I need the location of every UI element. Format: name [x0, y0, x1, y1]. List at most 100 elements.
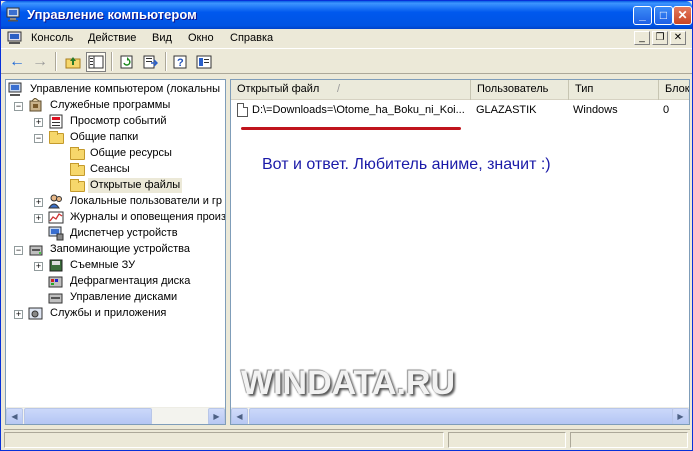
window-title: Управление компьютером — [27, 7, 197, 22]
tree-node-event-viewer[interactable]: + Просмотр событий — [32, 114, 225, 130]
expand-icon[interactable]: + — [34, 262, 43, 271]
tree-label-removable: Съемные ЗУ — [70, 259, 136, 271]
tree-node-shares[interactable]: Общие ресурсы — [68, 146, 225, 162]
cell-locks: 0 — [663, 104, 670, 116]
computer-management-icon — [6, 7, 20, 22]
folder-icon — [70, 163, 85, 176]
column-header-open-file[interactable]: Открытый файл / — [231, 80, 471, 100]
expand-icon[interactable]: + — [34, 198, 43, 207]
tree-node-removable[interactable]: + Съемные ЗУ — [32, 258, 225, 274]
svg-text:?: ? — [177, 57, 184, 69]
results-pane[interactable]: Открытый файл / Пользователь Тип Блок D:… — [230, 79, 690, 425]
close-button[interactable]: ✕ — [673, 6, 692, 25]
tree-horizontal-scrollbar[interactable]: ◀ ▶ — [6, 407, 225, 424]
table-row[interactable]: D:\=Downloads=\Otome_ha_Boku_ni_Koi... G… — [231, 102, 689, 119]
expand-icon[interactable]: + — [14, 310, 23, 319]
folder-icon — [70, 147, 85, 160]
tree-label-device-manager: Диспетчер устройств — [70, 227, 178, 239]
tree-node-root[interactable]: Управление компьютером (локальны — [8, 82, 225, 98]
back-button[interactable]: ← — [7, 52, 27, 72]
tree-label-defrag: Дефрагментация диска — [70, 275, 191, 287]
tree-node-local-users[interactable]: + Локальные пользователи и гр — [32, 194, 225, 210]
cell-type: Windows — [573, 104, 618, 116]
users-icon — [48, 194, 62, 209]
tree-node-sessions[interactable]: Сеансы — [68, 162, 225, 178]
menu-view[interactable]: Вид — [152, 32, 172, 44]
disk-management-icon — [48, 293, 63, 304]
tree-node-defrag[interactable]: Дефрагментация диска — [48, 274, 225, 290]
tree-node-storage[interactable]: − Запоминающие устройства — [12, 242, 225, 258]
minimize-button[interactable]: _ — [633, 6, 652, 25]
tree-label-services-apps: Службы и приложения — [50, 307, 167, 319]
mdi-restore-button[interactable]: ❐ — [652, 31, 668, 45]
tree-label-storage: Запоминающие устройства — [50, 243, 191, 255]
list-header: Открытый файл / Пользователь Тип Блок — [231, 80, 689, 100]
tree-label-perf-logs: Журналы и оповещения произ — [70, 211, 226, 223]
column-label: Открытый файл — [237, 83, 320, 95]
console-tree[interactable]: Управление компьютером (локальны − Служе… — [5, 79, 226, 425]
tree-node-services-apps[interactable]: + Службы и приложения — [12, 306, 225, 322]
tree-label-open-files: Открытые файлы — [88, 178, 183, 193]
list-horizontal-scrollbar[interactable]: ◀ ▶ — [231, 407, 689, 424]
menu-window[interactable]: Окно — [188, 32, 214, 44]
menu-console[interactable]: Консоль — [31, 32, 73, 44]
tree-label-disk-mgmt: Управление дисками — [70, 291, 178, 303]
shared-folders-icon — [49, 131, 64, 144]
status-segment — [448, 432, 566, 448]
tree-node-system-tools[interactable]: − Служебные программы — [12, 98, 225, 114]
show-hide-tree-button[interactable] — [86, 52, 106, 72]
column-header-locks[interactable]: Блок — [659, 80, 689, 100]
status-segment — [570, 432, 688, 448]
menu-help[interactable]: Справка — [230, 32, 273, 44]
red-underline — [241, 127, 461, 130]
toolbar-separator — [165, 52, 167, 71]
refresh-icon — [120, 55, 133, 69]
menu-bar: Консоль Действие Вид Окно Справка _ ❐ ✕ — [1, 29, 692, 48]
help-button[interactable]: ? — [171, 52, 191, 72]
removable-storage-icon — [49, 259, 63, 272]
status-bar — [4, 429, 690, 448]
tree-label-local-users: Локальные пользователи и гр — [70, 195, 223, 207]
column-header-type[interactable]: Тип — [569, 80, 659, 100]
toolbar-separator — [55, 52, 57, 71]
collapse-icon[interactable]: − — [14, 102, 23, 111]
scroll-thumb[interactable] — [249, 408, 674, 424]
refresh-button[interactable] — [117, 52, 137, 72]
export-list-icon — [143, 55, 158, 69]
menu-action[interactable]: Действие — [88, 32, 136, 44]
performance-logs-icon — [48, 211, 64, 224]
tree-node-open-files[interactable]: Открытые файлы — [68, 178, 225, 194]
tree-node-shared-folders[interactable]: − Общие папки — [32, 130, 225, 146]
up-folder-button[interactable] — [63, 52, 83, 72]
scroll-thumb[interactable] — [24, 408, 152, 424]
export-list-button[interactable] — [140, 52, 160, 72]
title-bar[interactable]: Управление компьютером _ □ ✕ — [1, 1, 692, 29]
maximize-button[interactable]: □ — [654, 6, 673, 25]
properties-button[interactable] — [194, 52, 214, 72]
tree-label-shares: Общие ресурсы — [90, 147, 172, 159]
tree-node-disk-mgmt[interactable]: Управление дисками — [48, 290, 225, 306]
collapse-icon[interactable]: − — [34, 134, 43, 143]
scroll-right-button[interactable]: ▶ — [672, 408, 689, 424]
mdi-minimize-button[interactable]: _ — [634, 31, 650, 45]
column-header-user[interactable]: Пользователь — [471, 80, 569, 100]
tree-label-root: Управление компьютером (локальны — [30, 83, 221, 95]
forward-button[interactable]: → — [30, 52, 50, 72]
tree-node-device-manager[interactable]: Диспетчер устройств — [48, 226, 225, 242]
scroll-left-button[interactable]: ◀ — [6, 408, 23, 424]
expand-icon[interactable]: + — [34, 118, 43, 127]
toolbar-separator — [111, 52, 113, 71]
properties-icon — [196, 55, 212, 69]
scroll-left-button[interactable]: ◀ — [231, 408, 248, 424]
collapse-icon[interactable]: − — [14, 246, 23, 255]
status-segment — [4, 432, 444, 448]
help-icon: ? — [173, 55, 187, 69]
expand-icon[interactable]: + — [34, 214, 43, 223]
console-icon — [7, 31, 22, 44]
open-folder-icon — [70, 179, 85, 192]
tree-node-perf-logs[interactable]: + Журналы и оповещения произ — [32, 210, 226, 226]
tree-label-system-tools: Служебные программы — [50, 99, 171, 111]
scroll-right-button[interactable]: ▶ — [208, 408, 225, 424]
cell-user: GLAZASTIK — [476, 104, 537, 116]
mdi-close-button[interactable]: ✕ — [670, 31, 686, 45]
